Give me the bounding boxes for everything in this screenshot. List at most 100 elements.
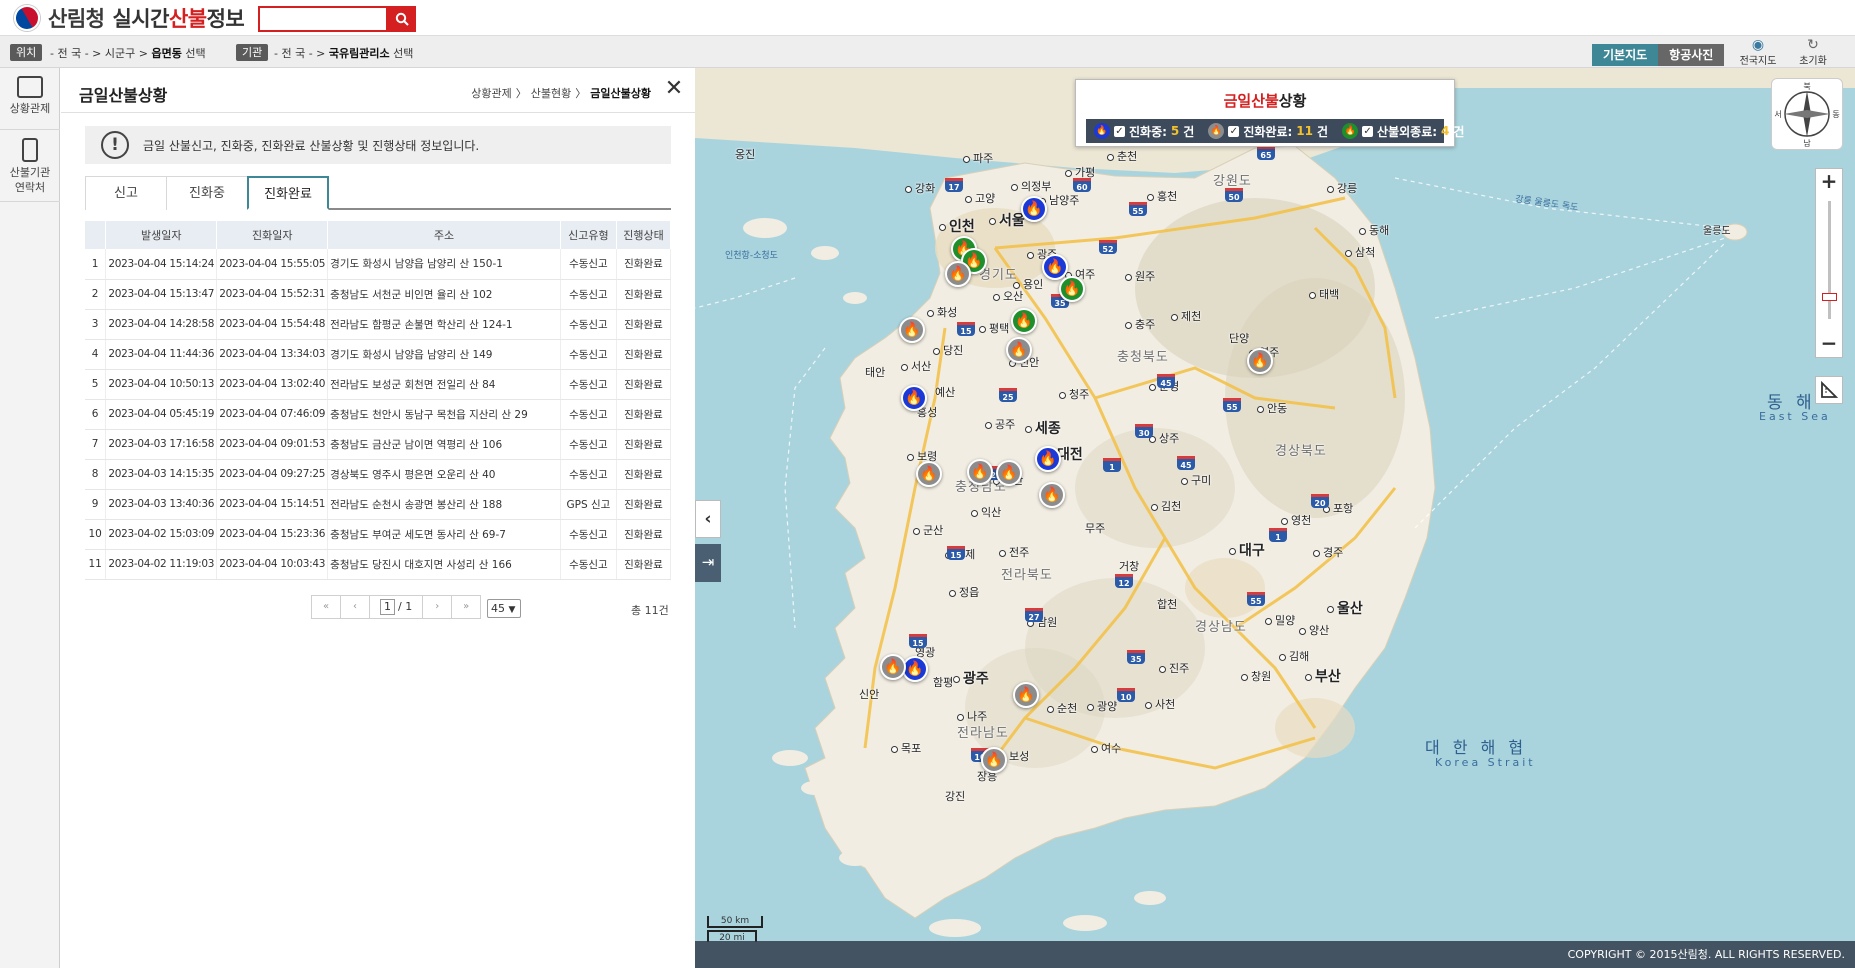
- divider: [61, 112, 695, 113]
- col-header-suppressed[interactable]: 진화일자: [216, 221, 329, 249]
- fire-marker-active[interactable]: 🔥: [901, 385, 927, 411]
- fire-marker-done[interactable]: 🔥: [880, 654, 906, 680]
- close-icon[interactable]: ✕: [663, 78, 685, 100]
- tab-suppressing[interactable]: 진화중: [166, 176, 248, 210]
- page-size-select[interactable]: 45 ▼: [487, 599, 521, 618]
- tab-report[interactable]: 신고: [85, 176, 167, 210]
- legend-other-toggle[interactable]: 🔥 ✓ 산불외종료: 4건: [1342, 123, 1464, 140]
- location-selector[interactable]: - 전 국 - > 시군구 > 읍면동 선택: [50, 45, 206, 61]
- fire-marker-done[interactable]: 🔥: [899, 317, 925, 343]
- table-row[interactable]: 2 2023-04-04 15:13:47 2023-04-04 15:52:31 충…: [85, 279, 672, 310]
- fire-marker-done[interactable]: 🔥: [1247, 348, 1273, 374]
- table-row[interactable]: 1 2023-04-04 15:14:24 2023-04-04 15:55:05 경…: [85, 249, 672, 280]
- row-number: 9: [85, 489, 107, 520]
- col-header-address[interactable]: 주소: [327, 221, 561, 249]
- col-header-no[interactable]: [85, 221, 107, 249]
- table-row[interactable]: 9 2023-04-03 13:40:36 2023-04-04 15:14:51 전…: [85, 489, 672, 520]
- status: 진화완료: [616, 519, 672, 550]
- fire-marker-active[interactable]: 🔥: [1042, 254, 1068, 280]
- map-label: 경주: [1313, 544, 1343, 560]
- occurred-date: 2023-04-02 11:19:03: [105, 549, 218, 580]
- agency-selector[interactable]: - 전 국 - > 국유림관리소 선택: [274, 45, 413, 61]
- page-indicator: 1 / 1: [369, 595, 424, 619]
- highway-shield: 15: [947, 546, 965, 560]
- breadcrumb-item[interactable]: 상황관제: [471, 85, 511, 101]
- legend-active-toggle[interactable]: 🔥 ✓ 진화중: 5건: [1094, 123, 1194, 140]
- nav-agency-contacts[interactable]: 산불기관 연락처: [0, 130, 60, 202]
- search-button[interactable]: [388, 6, 416, 32]
- table-row[interactable]: 10 2023-04-02 15:03:09 2023-04-04 15:23:36…: [85, 519, 672, 550]
- zoom-in-button[interactable]: +: [1816, 169, 1842, 195]
- fire-marker-done[interactable]: 🔥: [1013, 682, 1039, 708]
- fire-marker-done[interactable]: 🔥: [1039, 482, 1065, 508]
- site-logo[interactable]: 산림청 실시간산불정보: [9, 0, 245, 36]
- zoom-out-button[interactable]: −: [1816, 331, 1842, 357]
- nav-situation-control[interactable]: 상황관제: [0, 68, 60, 130]
- highway-shield: 52: [1099, 240, 1117, 254]
- fire-marker-done[interactable]: 🔥: [981, 747, 1007, 773]
- highway-shield: 45: [1157, 374, 1175, 388]
- zoom-slider-track[interactable]: [1828, 201, 1831, 319]
- table-row[interactable]: 3 2023-04-04 14:28:58 2023-04-04 15:54:48 전…: [85, 309, 672, 340]
- nav-label: 연락처: [14, 181, 46, 194]
- address: 전라남도 순천시 송광면 봉산리 산 188: [327, 489, 561, 520]
- compass-control[interactable]: 북 서 동 남: [1771, 78, 1843, 150]
- fire-marker-active[interactable]: 🔥: [902, 656, 928, 682]
- fire-marker-done[interactable]: 🔥: [945, 261, 971, 287]
- map-label: 경상북도: [1275, 444, 1327, 459]
- aerial-photo-button[interactable]: 항공사진: [1658, 44, 1725, 66]
- first-page-button[interactable]: «: [311, 595, 341, 619]
- expand-panel-button[interactable]: ⇥: [695, 544, 721, 582]
- fire-map[interactable]: 인천 서울 경기도 강원도 충청북도 충청남도 세종 대전 경상북도 대구 전라…: [695, 68, 1855, 968]
- reset-button[interactable]: ↻ 초기화: [1790, 38, 1836, 68]
- collapse-panel-button[interactable]: ‹: [695, 500, 721, 538]
- fire-marker-other[interactable]: 🔥: [1059, 276, 1085, 302]
- fire-marker-other[interactable]: 🔥: [1011, 308, 1037, 334]
- fire-marker-active[interactable]: 🔥: [1035, 446, 1061, 472]
- report-type: 수동신고: [560, 459, 617, 490]
- national-map-button[interactable]: ◉ 전국지도: [1735, 38, 1781, 68]
- zoom-control: + −: [1815, 168, 1843, 358]
- col-header-status[interactable]: 진행상태: [616, 221, 672, 249]
- table-row[interactable]: 4 2023-04-04 11:44:36 2023-04-04 13:34:03 경…: [85, 339, 672, 370]
- map-label: 세종: [1025, 418, 1061, 438]
- prev-page-button[interactable]: ‹: [340, 595, 370, 619]
- last-page-button[interactable]: »: [451, 595, 482, 619]
- table-row[interactable]: 5 2023-04-04 10:50:13 2023-04-04 13:02:40 전…: [85, 369, 672, 400]
- col-header-report-type[interactable]: 신고유형: [560, 221, 617, 249]
- checkbox-icon[interactable]: ✓: [1362, 125, 1374, 137]
- breadcrumb-item[interactable]: 산불현황: [531, 85, 571, 101]
- col-header-occurred[interactable]: 발생일자: [105, 221, 218, 249]
- fire-marker-done[interactable]: 🔥: [916, 461, 942, 487]
- basic-map-button[interactable]: 기본지도: [1592, 44, 1659, 66]
- occurred-date: 2023-04-04 15:13:47: [105, 279, 218, 310]
- fire-marker-done[interactable]: 🔥: [1006, 337, 1032, 363]
- suppressed-date: 2023-04-04 07:46:09: [216, 399, 329, 430]
- legend-done-count: 11: [1296, 124, 1313, 138]
- next-page-button[interactable]: ›: [422, 595, 453, 619]
- table-row[interactable]: 6 2023-04-04 05:45:19 2023-04-04 07:46:09 충…: [85, 399, 672, 430]
- checkbox-icon[interactable]: ✓: [1228, 125, 1240, 137]
- measure-tool-button[interactable]: [1815, 376, 1843, 404]
- checkbox-icon[interactable]: ✓: [1114, 125, 1125, 137]
- map-label: 정읍: [949, 584, 979, 600]
- address: 전라남도 보성군 회천면 전일리 산 84: [327, 369, 561, 400]
- left-navigation: 상황관제 산불기관 연락처: [0, 68, 60, 968]
- fire-marker-done[interactable]: 🔥: [996, 460, 1022, 486]
- legend-active-label: 진화중:: [1129, 124, 1167, 139]
- fire-marker-done[interactable]: 🔥: [967, 459, 993, 485]
- table-row[interactable]: 11 2023-04-02 11:19:03 2023-04-04 10:03:43…: [85, 549, 672, 580]
- table-row[interactable]: 7 2023-04-03 17:16:58 2023-04-04 09:01:53 충…: [85, 429, 672, 460]
- map-label: 부산: [1305, 666, 1341, 686]
- suppressed-date: 2023-04-04 15:54:48: [216, 309, 329, 340]
- nav-label: 산불기관: [9, 166, 51, 179]
- zoom-slider-handle[interactable]: [1822, 293, 1837, 301]
- search-input[interactable]: [258, 6, 388, 32]
- current-page-input[interactable]: 1: [380, 599, 395, 615]
- legend-unit: 건: [1317, 124, 1329, 139]
- tab-suppressed[interactable]: 진화완료: [247, 176, 329, 210]
- total-count: 총 11건: [631, 604, 669, 617]
- table-row[interactable]: 8 2023-04-03 14:15:35 2023-04-04 09:27:25 경…: [85, 459, 672, 490]
- fire-marker-active[interactable]: 🔥: [1021, 196, 1047, 222]
- legend-done-toggle[interactable]: 🔥 ✓ 진화완료: 11 건: [1208, 123, 1328, 140]
